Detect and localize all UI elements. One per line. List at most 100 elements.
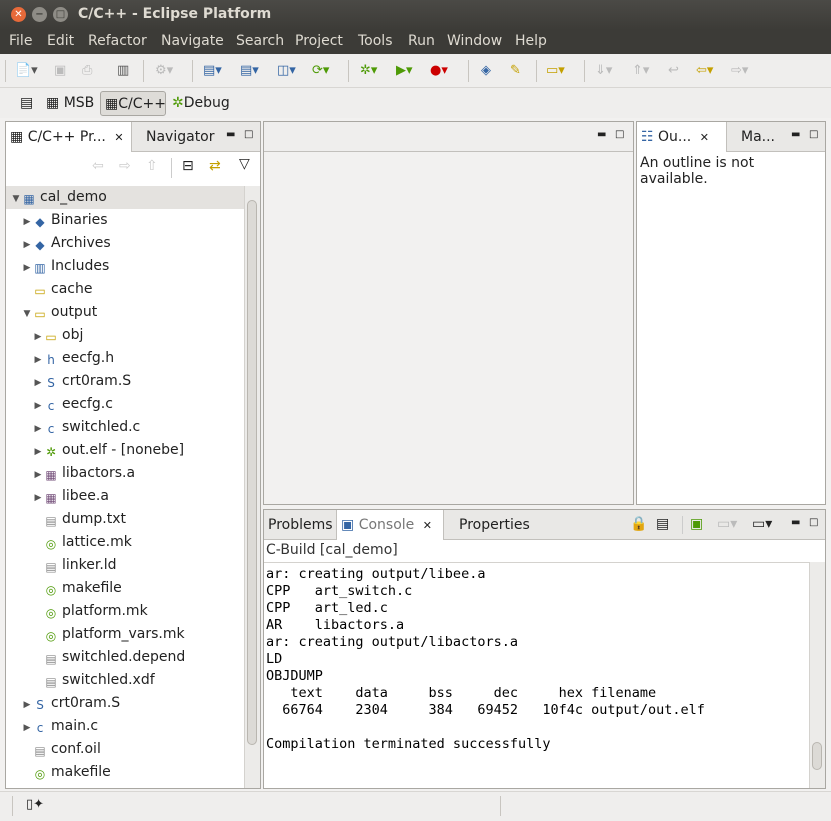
maximize-editor-icon[interactable]: □ — [615, 129, 624, 140]
tree-item[interactable]: ▶ ▥ Includes — [6, 255, 110, 280]
maximize-window-button[interactable]: □ — [53, 7, 68, 22]
clear-console-icon[interactable]: ▤ — [656, 516, 669, 532]
tree-item[interactable]: ▼ ▭ output — [6, 301, 98, 326]
tree-item[interactable]: ▼ ▦ cal_demo — [6, 186, 244, 209]
maximize-view-icon[interactable]: □ — [809, 129, 818, 140]
print-icon[interactable]: ⎙ — [82, 61, 92, 81]
menu-edit[interactable]: Edit — [47, 33, 74, 49]
tree-item[interactable]: ▤ switchled.depend — [6, 646, 185, 669]
maximize-view-icon[interactable]: □ — [809, 517, 818, 528]
close-tab-icon[interactable]: ✕ — [700, 131, 709, 144]
maximize-view-icon[interactable]: □ — [244, 129, 253, 140]
minimize-window-button[interactable]: − — [32, 7, 47, 22]
binary-icon[interactable]: ▥ — [117, 61, 129, 81]
tree-item[interactable]: ▤ dump.txt — [6, 508, 126, 531]
fast-view-icon[interactable]: ▯✦ — [26, 797, 44, 812]
window-title-bar[interactable]: ✕ − □ C/C++ - Eclipse Platform — [0, 0, 831, 30]
open-folder-icon[interactable]: ▭▾ — [546, 61, 565, 81]
collapsed-arrow-icon[interactable]: ▶ — [32, 372, 44, 395]
pin-console-icon[interactable]: ▣ — [690, 516, 703, 532]
tab-navigator[interactable]: Navigator — [142, 122, 215, 152]
menu-project[interactable]: Project — [295, 33, 343, 49]
last-edit-icon[interactable]: ↩ — [668, 61, 679, 81]
collapsed-arrow-icon[interactable]: ▶ — [21, 694, 33, 717]
back-icon[interactable]: ⇦▾ — [696, 61, 713, 81]
tree-item[interactable]: ▶ c main.c — [6, 715, 99, 740]
debug-icon[interactable]: ✲▾ — [360, 61, 377, 81]
collapsed-arrow-icon[interactable]: ▶ — [32, 418, 44, 441]
tree-item[interactable]: ▤ linker.ld — [6, 554, 116, 577]
menu-file[interactable]: File — [9, 33, 32, 49]
tab-properties[interactable]: Properties — [455, 510, 530, 540]
collapse-all-icon[interactable]: ⊟ — [182, 158, 194, 174]
tab-problems[interactable]: Problems — [264, 510, 333, 540]
back-nav-icon[interactable]: ⇦ — [92, 158, 104, 174]
scrollbar-thumb[interactable] — [812, 742, 822, 770]
collapsed-arrow-icon[interactable]: ▶ — [32, 326, 44, 349]
previous-annotation-icon[interactable]: ⇑▾ — [632, 61, 649, 81]
tree-item[interactable]: ◎ makefile — [6, 577, 122, 600]
tree-item[interactable]: ▶ c eecfg.c — [6, 393, 113, 416]
scrollbar-thumb[interactable] — [247, 200, 257, 745]
collapsed-arrow-icon[interactable]: ▶ — [21, 257, 33, 280]
collapsed-arrow-icon[interactable]: ▶ — [21, 211, 33, 234]
minimize-view-icon[interactable]: ▬ — [791, 517, 800, 528]
tree-item[interactable]: ▤ switchled.xdf — [6, 669, 154, 692]
tab-cpp-projects[interactable]: ▦ C/C++ Pr... ✕ — [6, 122, 132, 152]
build-target-icon[interactable]: ⚙▾ — [155, 61, 173, 81]
menu-navigate[interactable]: Navigate — [161, 33, 224, 49]
console-output-area[interactable]: ar: creating output/libee.a CPP art_swit… — [264, 562, 809, 788]
tree-item[interactable]: ▶ h eecfg.h — [6, 347, 115, 372]
tree-item[interactable]: ▶ Scrt0ram.S — [6, 692, 121, 717]
collapsed-arrow-icon[interactable]: ▶ — [21, 717, 33, 740]
tree-item[interactable]: ◎ platform.mk — [6, 600, 148, 623]
console-scrollbar[interactable] — [809, 562, 825, 788]
tree-item[interactable]: ▶ ▦ libee.a — [6, 485, 109, 508]
menu-run[interactable]: Run — [408, 33, 435, 49]
perspective-debug[interactable]: ✲Debug — [168, 91, 230, 116]
menu-search[interactable]: Search — [236, 33, 284, 49]
save-icon[interactable]: ▣ — [54, 61, 66, 81]
tree-item[interactable]: ▭ cache — [6, 278, 92, 301]
new-class-icon[interactable]: ◫▾ — [277, 61, 296, 81]
search-icon[interactable]: ✎ — [510, 61, 521, 81]
collapsed-arrow-icon[interactable]: ▶ — [32, 464, 44, 487]
collapsed-arrow-icon[interactable]: ▶ — [21, 234, 33, 257]
menu-refactor[interactable]: Refactor — [88, 33, 147, 49]
tree-item[interactable]: ▤ conf.oil — [6, 738, 101, 761]
minimize-editor-icon[interactable]: ▬ — [597, 129, 606, 140]
tree-item[interactable]: ▶ ▭ obj — [6, 324, 84, 349]
tab-console[interactable]: ▣ Console ✕ — [336, 510, 444, 540]
forward-nav-icon[interactable]: ⇨ — [119, 158, 131, 174]
display-console-icon[interactable]: ▭▾ — [717, 516, 737, 532]
run-icon[interactable]: ▶▾ — [396, 61, 413, 81]
scroll-lock-icon[interactable]: 🔒 — [630, 516, 647, 532]
close-tab-icon[interactable]: ✕ — [423, 519, 432, 532]
forward-icon[interactable]: ⇨▾ — [731, 61, 748, 81]
expanded-arrow-icon[interactable]: ▼ — [21, 303, 33, 326]
tree-item[interactable]: ▶ ◆ Binaries — [6, 209, 108, 232]
tree-item[interactable]: ◎ lattice.mk — [6, 531, 132, 554]
collapsed-arrow-icon[interactable]: ▶ — [32, 487, 44, 510]
perspective-msb[interactable]: ▦ MSB — [42, 91, 94, 116]
collapsed-arrow-icon[interactable]: ▶ — [32, 349, 44, 372]
tab-outline[interactable]: ☷ Ou... ✕ — [637, 122, 727, 152]
tree-item[interactable]: ▶ ✲ out.elf - [nonebe] — [6, 439, 185, 462]
refresh-icon[interactable]: ⟳▾ — [312, 61, 329, 81]
expanded-arrow-icon[interactable]: ▼ — [10, 188, 22, 211]
view-menu-icon[interactable]: ▽ — [239, 156, 250, 172]
menu-tools[interactable]: Tools — [358, 33, 393, 49]
tree-item[interactable]: ◎ platform_vars.mk — [6, 623, 185, 646]
collapsed-arrow-icon[interactable]: ▶ — [32, 395, 44, 418]
new-project-icon[interactable]: ▤▾ — [203, 61, 222, 81]
vertical-scrollbar[interactable] — [244, 186, 260, 788]
next-annotation-icon[interactable]: ⇓▾ — [595, 61, 612, 81]
close-window-button[interactable]: ✕ — [11, 7, 26, 22]
link-editor-icon[interactable]: ⇄ — [209, 158, 221, 174]
tree-item[interactable]: ▶ c switchled.c — [6, 416, 141, 441]
minimize-view-icon[interactable]: ▬ — [791, 129, 800, 140]
tree-item[interactable]: ▶ ◆ Archives — [6, 232, 111, 255]
open-console-icon[interactable]: ▭▾ — [752, 516, 772, 532]
perspective-cpp[interactable]: ▦C/C++ — [100, 91, 166, 116]
tree-item[interactable]: ▶ ▦ libactors.a — [6, 462, 136, 487]
